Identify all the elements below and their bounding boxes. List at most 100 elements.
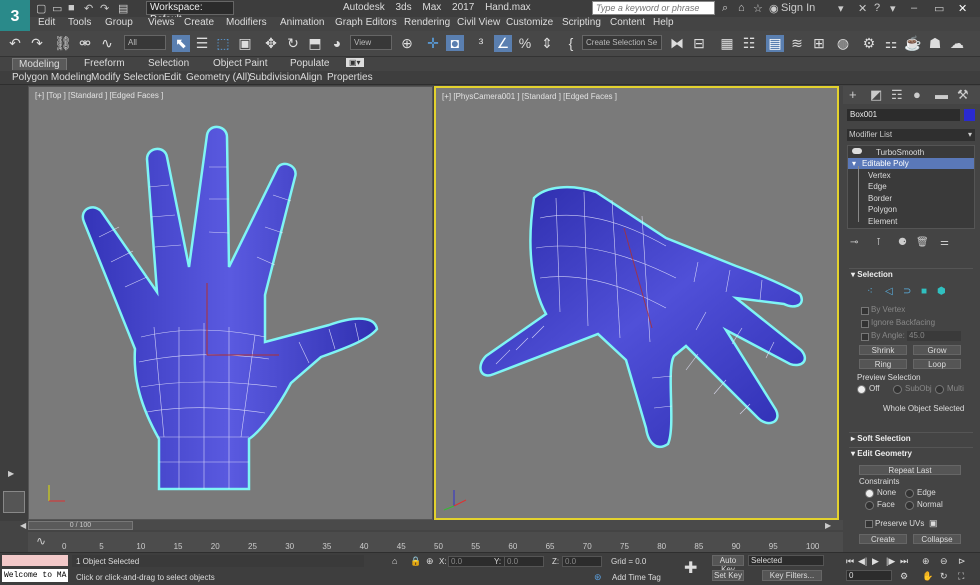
maxscript-listener-output[interactable] [2,555,68,566]
spinner-snap-icon[interactable]: ⇕ [538,35,556,52]
collapse-button[interactable]: Collapse [913,534,961,544]
repeat-last-button[interactable]: Repeat Last [859,465,961,475]
remove-modifier-icon[interactable]: 🗑 [916,237,929,248]
go-to-start-icon[interactable]: ⏮ [846,556,854,567]
preserve-uvs-checkbox[interactable] [865,520,873,528]
restore-icon[interactable]: ▭ [934,2,944,15]
keyboard-shortcut-override-icon[interactable]: ◘ [446,35,464,51]
z-coord-field[interactable]: 0.0 [562,556,602,567]
menu-views[interactable]: Views [148,17,175,28]
sign-in-dropdown-icon[interactable]: ▾ [838,2,844,15]
stack-item-border[interactable]: Border [868,194,892,203]
ribbon-panel-properties[interactable]: Properties [327,72,373,83]
vertex-mode-icon[interactable]: ⁖ [867,286,873,297]
element-mode-icon[interactable]: ⬢ [937,286,946,297]
time-slider-track[interactable] [28,520,843,530]
menu-help[interactable]: Help [653,17,674,28]
curve-editor-icon[interactable]: ≋ [788,35,806,52]
menu-tools[interactable]: Tools [68,17,91,28]
motion-tab-icon[interactable]: ● [913,87,921,102]
help-icon[interactable]: ? [874,2,880,14]
selection-rollout-header[interactable]: ▾ Selection [851,270,893,279]
render-setup-icon[interactable]: ⚙ [860,35,878,52]
y-coord-field[interactable]: 0.0 [504,556,544,567]
zoom-icon[interactable]: ⊖ [940,556,948,567]
key-filters-button[interactable]: Key Filters... [762,570,822,581]
preview-subobj-radio[interactable] [893,385,902,394]
select-object-icon[interactable]: ⬉ [172,35,190,52]
scale-icon[interactable]: ⬒ [306,35,324,52]
border-mode-icon[interactable]: ⊃ [903,286,911,297]
viewport-camera[interactable]: [+] [PhysCamera001 ] [Standard ] [Edged … [434,86,839,520]
bind-space-warp-icon[interactable]: ∿ [98,35,116,52]
shrink-button[interactable]: Shrink [859,345,907,355]
project-folder-icon[interactable]: ▤ [118,2,128,15]
pin-stack-icon[interactable]: ⊸ [850,237,858,248]
ribbon-tab-modeling[interactable]: Modeling [12,58,67,70]
orbit-icon[interactable]: ↻ [940,571,948,582]
ribbon-tab-freeform[interactable]: Freeform [84,58,125,69]
percent-snap-icon[interactable]: % [516,35,534,51]
angle-value-field[interactable]: 45.0 [907,331,961,341]
menu-modifiers[interactable]: Modifiers [226,17,267,28]
object-color-swatch[interactable] [964,109,975,121]
stack-item-vertex[interactable]: Vertex [868,171,891,180]
maxscript-mini-listener[interactable]: Welcome to MA [2,569,68,582]
key-mode-dropdown[interactable]: Selected [748,555,824,566]
modify-tab-icon[interactable]: ◩ [870,87,882,103]
redo-icon[interactable]: ↷ [28,35,46,52]
toggle-layer-explorer-icon[interactable]: ☷ [740,35,758,52]
move-icon[interactable]: ✥ [262,35,280,52]
hierarchy-tab-icon[interactable]: ☶ [891,87,903,103]
stack-item-turbosmooth[interactable]: TurboSmooth [876,148,924,157]
menu-graph-editors[interactable]: Graph Editors [335,17,397,28]
stack-item-editable-poly[interactable]: Editable Poly [862,159,909,168]
pivot-center-icon[interactable]: ⊕ [398,35,416,52]
modifier-list-dropdown[interactable]: Modifier List ▾ [847,129,975,141]
named-selection-dropdown[interactable]: Create Selection Se [582,35,662,50]
pan-icon[interactable]: ✋ [922,571,933,582]
edit-named-selection-icon[interactable]: { [562,35,580,51]
rendered-frame-window-icon[interactable]: ⚏ [882,35,900,52]
auto-key-button[interactable]: Auto Key [712,555,744,574]
menu-scripting[interactable]: Scripting [562,17,601,28]
constraint-face-radio[interactable] [865,501,874,510]
sign-in-link[interactable]: Sign In [781,2,815,14]
selection-lock-icon[interactable]: 🔒 [410,556,421,567]
ribbon-tab-object-paint[interactable]: Object Paint [213,58,267,69]
link-icon[interactable]: ⛓ [54,35,72,52]
create-tab-icon[interactable]: + [849,87,857,102]
zoom-extents-icon[interactable]: ⊕ [922,556,930,567]
place-icon[interactable]: ◕ [328,35,346,51]
edit-geometry-rollout-header[interactable]: ▾ Edit Geometry [851,449,912,458]
loop-button[interactable]: Loop [913,359,961,369]
make-unique-icon[interactable]: ⚈ [898,237,907,248]
soft-selection-rollout-header[interactable]: ▸ Soft Selection [851,434,911,443]
app-logo[interactable]: 3 [0,0,30,34]
polygon-mode-icon[interactable]: ■ [921,286,927,297]
ribbon-panel-polygon-modeling[interactable]: Polygon Modeling [12,72,92,83]
time-configuration-icon[interactable]: ⚙ [900,571,908,582]
slider-prev-icon[interactable]: ◀ [20,521,26,530]
expand-arrow-icon[interactable]: ▾ [852,159,856,168]
add-time-tag-label[interactable]: Add Time Tag [612,573,661,582]
reference-coordinate-dropdown[interactable]: View [350,35,392,50]
menu-create[interactable]: Create [184,17,214,28]
menu-customize[interactable]: Customize [506,17,553,28]
ribbon-panel-subdivision[interactable]: Subdivision [249,72,300,83]
render-production-icon[interactable]: ☕ [904,35,922,52]
material-editor-icon[interactable]: ◍ [834,35,852,52]
menu-rendering[interactable]: Rendering [404,17,450,28]
slider-next-icon[interactable]: ▶ [825,521,831,530]
mini-curve-editor-icon[interactable]: ∿ [36,534,46,548]
schematic-view-icon[interactable]: ⊞ [810,35,828,52]
ribbon-options-icon[interactable]: ▣▾ [346,58,364,67]
configure-modifier-sets-icon[interactable]: ⚌ [940,237,949,248]
show-end-result-icon[interactable]: ⊺ [876,237,881,248]
absolute-mode-transform-icon[interactable]: ⊕ [426,556,434,567]
preview-multi-radio[interactable] [935,385,944,394]
constraint-none-radio[interactable] [865,489,874,498]
open-file-icon[interactable]: ▭ [52,2,62,15]
object-name-field[interactable]: Box001 [847,109,960,121]
by-vertex-checkbox[interactable] [861,307,869,315]
